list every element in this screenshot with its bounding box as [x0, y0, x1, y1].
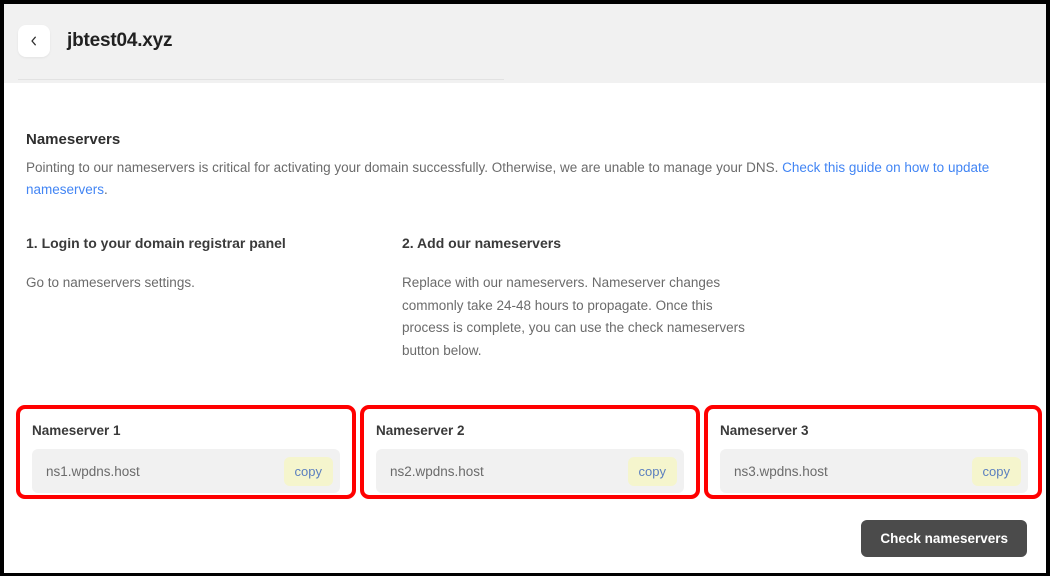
check-nameservers-button[interactable]: Check nameservers [861, 520, 1027, 557]
section-description: Pointing to our nameservers is critical … [26, 157, 1004, 201]
header-row: jbtest04.xyz [4, 4, 1046, 64]
nameserver-card-2: Nameserver 2 ns2.wpdns.host copy [360, 407, 700, 503]
nameserver-3-label: Nameserver 3 [720, 423, 809, 438]
header-divider [18, 79, 504, 80]
page-header: jbtest04.xyz [4, 4, 1046, 83]
nameserver-1-label: Nameserver 1 [32, 423, 121, 438]
copy-button-2[interactable]: copy [627, 456, 677, 486]
copy-button-1[interactable]: copy [283, 456, 333, 486]
steps-container: 1. Login to your domain registrar panel … [26, 235, 1006, 362]
step-2-text: Replace with our nameservers. Nameserver… [402, 275, 745, 358]
nameserver-card-1: Nameserver 1 ns1.wpdns.host copy [16, 407, 356, 503]
nameservers-row: Nameserver 1 ns1.wpdns.host copy Nameser… [4, 407, 1046, 507]
nameserver-1-value: ns1.wpdns.host [46, 463, 140, 479]
step-1: 1. Login to your domain registrar panel … [26, 235, 402, 362]
step-1-text: Go to nameservers settings. [26, 275, 195, 290]
chevron-left-icon [29, 36, 39, 46]
nameserver-3-value: ns3.wpdns.host [734, 463, 828, 479]
step-2-heading: 2. Add our nameservers [402, 235, 561, 251]
nameserver-2-field[interactable]: ns2.wpdns.host copy [376, 449, 684, 493]
step-1-heading: 1. Login to your domain registrar panel [26, 235, 286, 251]
nameserver-3-field[interactable]: ns3.wpdns.host copy [720, 449, 1028, 493]
back-button[interactable] [18, 25, 50, 57]
description-text-before: Pointing to our nameservers is critical … [26, 160, 783, 175]
section-title: Nameservers [26, 131, 121, 148]
description-text-after: . [104, 182, 108, 197]
nameserver-2-value: ns2.wpdns.host [390, 463, 484, 479]
nameserver-card-3: Nameserver 3 ns3.wpdns.host copy [704, 407, 1044, 503]
step-2: 2. Add our nameservers Replace with our … [402, 235, 778, 362]
nameserver-1-field[interactable]: ns1.wpdns.host copy [32, 449, 340, 493]
copy-button-3[interactable]: copy [971, 456, 1021, 486]
page-title: jbtest04.xyz [67, 30, 173, 51]
main-content: Nameservers Pointing to our nameservers … [4, 83, 1046, 573]
nameserver-2-label: Nameserver 2 [376, 423, 465, 438]
screenshot-frame: jbtest04.xyz Nameservers Pointing to our… [0, 0, 1050, 576]
